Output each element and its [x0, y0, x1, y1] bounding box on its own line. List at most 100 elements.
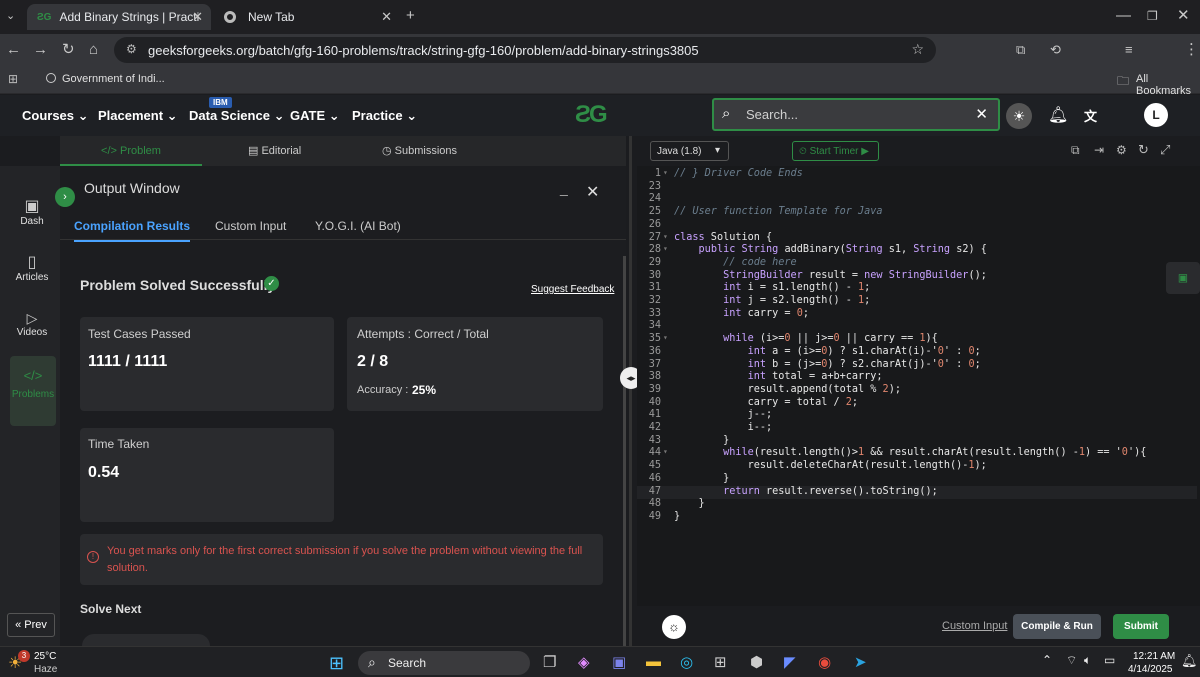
extensions-icon[interactable]: ⧉ — [1016, 42, 1025, 58]
minimize-icon[interactable]: — — [1116, 8, 1131, 24]
code-line[interactable]: 43 } — [637, 435, 1197, 448]
code-line[interactable]: 44 ▾ while(result.length()>1 && result.ch… — [637, 447, 1197, 460]
code-line[interactable]: 46 } — [637, 473, 1197, 486]
clear-search-icon[interactable]: ✕ — [975, 105, 988, 123]
nav-placement[interactable]: Placement ⌄ — [98, 108, 178, 124]
import-icon[interactable]: ⇥ — [1094, 143, 1104, 157]
copilot-icon[interactable]: ◈ — [578, 653, 590, 671]
reading-list-icon[interactable]: ≡ — [1125, 42, 1133, 58]
code-line[interactable]: 47 return result.reverse().toString(); — [637, 485, 1197, 499]
suggest-feedback-link[interactable]: Suggest Feedback — [531, 284, 614, 295]
code-line[interactable]: 26 — [637, 219, 1197, 232]
code-line[interactable]: 27 ▾ class Solution { — [637, 232, 1197, 245]
nav-gate[interactable]: GATE ⌄ — [290, 108, 340, 124]
sidebar-item-videos[interactable]: ▷ Videos — [4, 310, 60, 338]
weather-temp[interactable]: 25°C — [34, 651, 56, 662]
bookmark-star-icon[interactable]: ☆ — [911, 41, 924, 58]
submit-button[interactable]: Submit — [1113, 614, 1169, 639]
code-line[interactable]: 30 StringBuilder result = new StringBuil… — [637, 270, 1197, 283]
sidebar-item-articles[interactable]: ▯ Articles — [4, 252, 60, 283]
reload-icon[interactable]: ↻ — [62, 42, 75, 58]
task-view-icon[interactable]: ❐ — [543, 653, 556, 671]
apps-grid-icon[interactable]: ⊞ — [8, 72, 18, 86]
code-line[interactable]: 33 int carry = 0; — [637, 308, 1197, 321]
history-icon[interactable]: ⟲ — [1050, 42, 1061, 58]
code-line[interactable]: 41 j--; — [637, 409, 1197, 422]
menu-icon[interactable]: ⋮ — [1184, 42, 1199, 58]
fold-arrow-icon[interactable]: ▾ — [663, 244, 668, 253]
code-line[interactable]: 23 — [637, 181, 1197, 194]
sidebar-item-dash[interactable]: ▣ Dash — [4, 196, 60, 227]
minimize-output-icon[interactable]: _ — [560, 180, 568, 196]
close-window-icon[interactable]: ✕ — [1177, 8, 1190, 24]
nav-courses[interactable]: Courses ⌄ — [22, 108, 89, 124]
expand-arrow-icon[interactable]: › — [55, 187, 75, 207]
copy-icon[interactable]: ⧉ — [1071, 143, 1080, 158]
nav-data-science[interactable]: Data Science ⌄ — [189, 108, 284, 124]
forward-icon[interactable]: → — [33, 42, 48, 58]
tray-chevron-icon[interactable]: ⌃ — [1042, 653, 1052, 667]
gfg-logo-icon[interactable]: ƧG — [575, 101, 608, 129]
code-line[interactable]: 48 } — [637, 498, 1197, 511]
user-avatar[interactable]: L — [1144, 103, 1168, 127]
code-line[interactable]: 1 ▾ // } Driver Code Ends — [637, 168, 1197, 181]
taskbar-search[interactable]: ⌕ Search — [358, 651, 530, 675]
new-tab-icon[interactable]: + — [406, 8, 415, 24]
app-icon[interactable]: ◤ — [784, 653, 796, 671]
tab-yogi-bot[interactable]: Y.O.G.I. (AI Bot) — [315, 219, 401, 233]
code-line[interactable]: 24 — [637, 193, 1197, 206]
chrome-icon[interactable]: ◉ — [818, 653, 831, 671]
battery-icon[interactable]: ▭ — [1104, 653, 1115, 667]
fold-arrow-icon[interactable]: ▾ — [663, 447, 668, 456]
scrollbar[interactable] — [623, 256, 626, 646]
language-select[interactable]: Java (1.8) ▾ — [650, 141, 729, 161]
fold-arrow-icon[interactable]: ▾ — [663, 168, 668, 177]
theme-toggle-icon[interactable]: ☀ — [1006, 103, 1032, 129]
browser-tab[interactable]: New Tab ✕ — [214, 4, 400, 30]
settings-icon[interactable]: ⚙ — [1116, 143, 1127, 157]
store-icon[interactable]: ⊞ — [714, 653, 727, 671]
clock-time[interactable]: 12:21 AM — [1133, 651, 1175, 662]
custom-input-link[interactable]: Custom Input — [942, 620, 1007, 632]
reset-icon[interactable]: ↻ — [1138, 142, 1149, 158]
edge-icon[interactable]: ◎ — [680, 653, 693, 671]
prev-button[interactable]: « Prev — [7, 613, 55, 637]
code-editor[interactable]: 1 ▾// } Driver Code Ends 23 24 25// User fun… — [637, 166, 1200, 606]
fold-arrow-icon[interactable]: ▾ — [663, 232, 668, 241]
tab-custom-input[interactable]: Custom Input — [215, 219, 286, 233]
next-problem-chip[interactable] — [82, 634, 210, 646]
code-line[interactable]: 35 ▾ while (i>=0 || j>=0 || carry == 1){ — [637, 333, 1197, 346]
code-line[interactable]: 31 int i = s1.length() - 1; — [637, 282, 1197, 295]
app-icon[interactable]: ⬢ — [750, 653, 763, 671]
panel-divider[interactable] — [629, 136, 632, 646]
notification-bell-icon[interactable]: 🔔︎ — [1048, 105, 1068, 125]
telegram-icon[interactable]: ➤ — [854, 653, 867, 671]
code-line[interactable]: 45 result.deleteCharAt(result.length()-1… — [637, 460, 1197, 473]
volume-icon[interactable]: 🔈︎ — [1084, 653, 1091, 668]
notifications-icon[interactable]: 🔔︎ — [1181, 653, 1198, 669]
wifi-icon[interactable]: ⌔ — [1066, 653, 1077, 668]
code-line[interactable]: 37 int b = (j>=0) ? s2.charAt(j)-'0' : 0… — [637, 359, 1197, 372]
sidebar-item-problems[interactable]: </> Problems — [10, 356, 56, 426]
restore-icon[interactable]: ❐ — [1147, 8, 1158, 24]
search-input[interactable]: ⌕ Search... ✕ — [712, 98, 1000, 131]
fold-arrow-icon[interactable]: ▾ — [663, 333, 668, 342]
tab-problem[interactable]: </> Problem — [60, 136, 202, 166]
code-line[interactable]: 40 carry = total / 2; — [637, 397, 1197, 410]
tab-editorial[interactable]: ▤ Editorial — [248, 136, 301, 166]
back-icon[interactable]: ← — [6, 42, 21, 58]
home-icon[interactable]: ⌂ — [89, 42, 98, 58]
site-info-icon[interactable]: ⚙ — [126, 42, 137, 56]
start-timer-button[interactable]: ⏲ Start Timer ▶ — [792, 141, 879, 161]
chat-icon[interactable]: ▣ — [1166, 262, 1200, 294]
nav-practice[interactable]: Practice ⌄ — [352, 108, 417, 124]
code-line[interactable]: 25 // User function Template for Java — [637, 206, 1197, 219]
code-line[interactable]: 28 ▾ public String addBinary(String s1, S… — [637, 244, 1197, 257]
all-bookmarks[interactable]: All Bookmarks — [1136, 73, 1200, 97]
code-line[interactable]: 42 i--; — [637, 422, 1197, 435]
file-explorer-icon[interactable]: ▬ — [646, 653, 661, 670]
code-line[interactable]: 39 result.append(total % 2); — [637, 384, 1197, 397]
close-tab-icon[interactable]: ✕ — [381, 9, 392, 25]
lightbulb-icon[interactable]: ☼ — [662, 615, 686, 639]
tab-compilation-results[interactable]: Compilation Results — [74, 219, 191, 242]
